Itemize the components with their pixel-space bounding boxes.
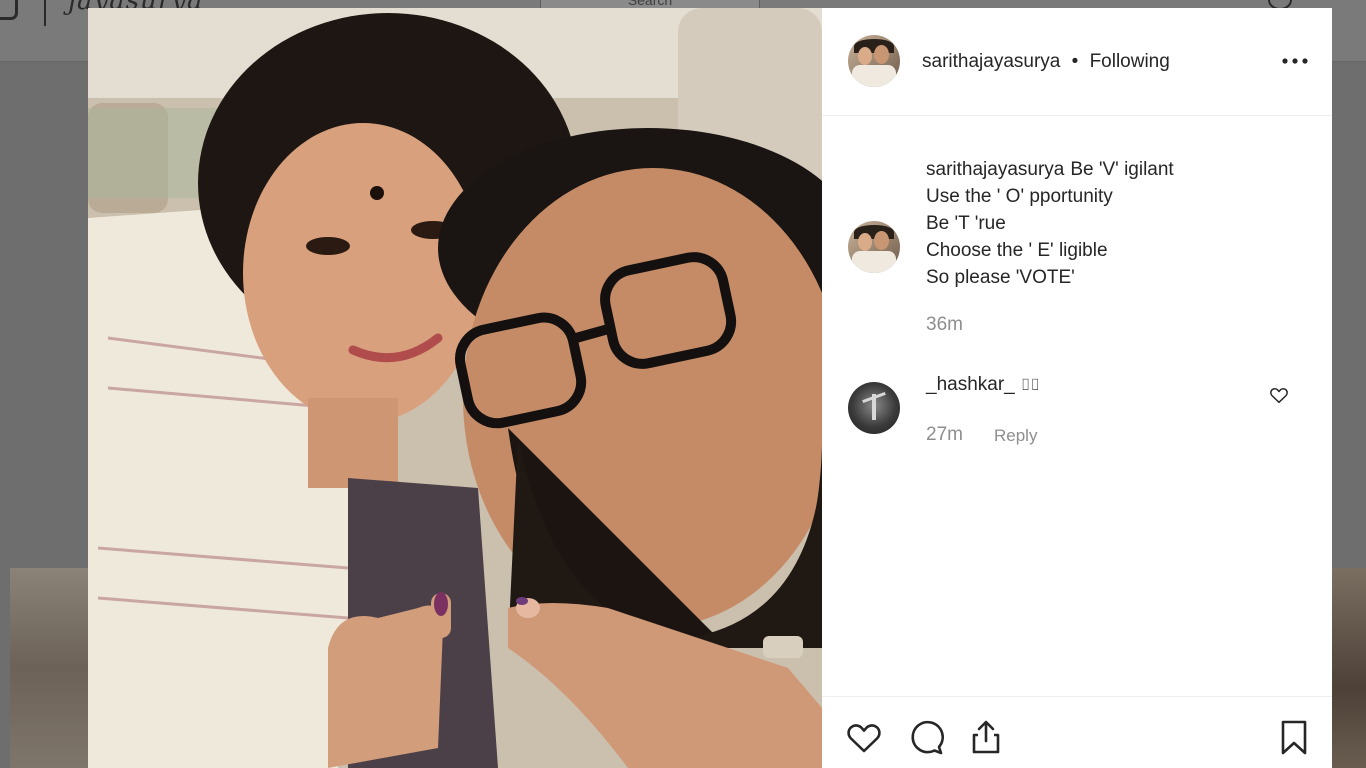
author-avatar[interactable] (848, 35, 900, 87)
following-button[interactable]: Following (1090, 51, 1170, 72)
more-options-icon[interactable] (1278, 50, 1312, 72)
comment-like-heart-icon[interactable] (1268, 384, 1290, 406)
logo-divider (44, 0, 46, 26)
post-photo-illustration (88, 8, 822, 768)
caption-text: Be 'V' igilant (1070, 159, 1174, 180)
search-placeholder: Search (627, 0, 673, 8)
post-action-bar (822, 696, 1332, 768)
commenter-username-link[interactable]: _hashkar_ (926, 374, 1015, 395)
post-caption: sarithajayasurya Be 'V' igilant Use the '… (926, 156, 1306, 291)
post-photo[interactable] (88, 8, 822, 768)
caption-author-avatar[interactable] (848, 221, 900, 273)
post-sidebar: sarithajayasurya • Following sarithajaya… (822, 8, 1332, 768)
heart-icon[interactable] (844, 717, 884, 757)
caption-text: Use the ' O' pportunity (926, 186, 1113, 207)
comment-text: ⌷⌷ (1020, 377, 1040, 394)
caption-timestamp: 36m (926, 314, 963, 335)
caption-text: Choose the ' E' ligible (926, 240, 1108, 261)
share-icon[interactable] (966, 717, 1006, 757)
instagram-logo-icon (0, 0, 18, 20)
separator-dot: • (1071, 51, 1079, 72)
caption-line-1: sarithajayasurya Be 'V' igilant (926, 156, 1306, 183)
caption-text: Be 'T 'rue (926, 213, 1006, 234)
comment-bubble-icon[interactable] (906, 717, 946, 757)
post-header: sarithajayasurya • Following (822, 8, 1332, 116)
comment-timestamp: 27m (926, 424, 963, 445)
post-modal: sarithajayasurya • Following sarithajaya… (88, 8, 1332, 768)
comment-line: _hashkar_ ⌷⌷ (926, 374, 1040, 396)
caption-text: So please 'VOTE' (926, 267, 1075, 288)
caption-username-link[interactable]: sarithajayasurya (926, 159, 1064, 180)
author-line: sarithajayasurya • Following (922, 51, 1170, 73)
commenter-avatar[interactable] (848, 382, 900, 434)
bookmark-icon[interactable] (1274, 717, 1314, 757)
background-post-thumbnail (1332, 568, 1366, 768)
background-post-thumbnail (10, 568, 88, 768)
author-username-link[interactable]: sarithajayasurya (922, 51, 1060, 72)
reply-button[interactable]: Reply (994, 426, 1037, 446)
